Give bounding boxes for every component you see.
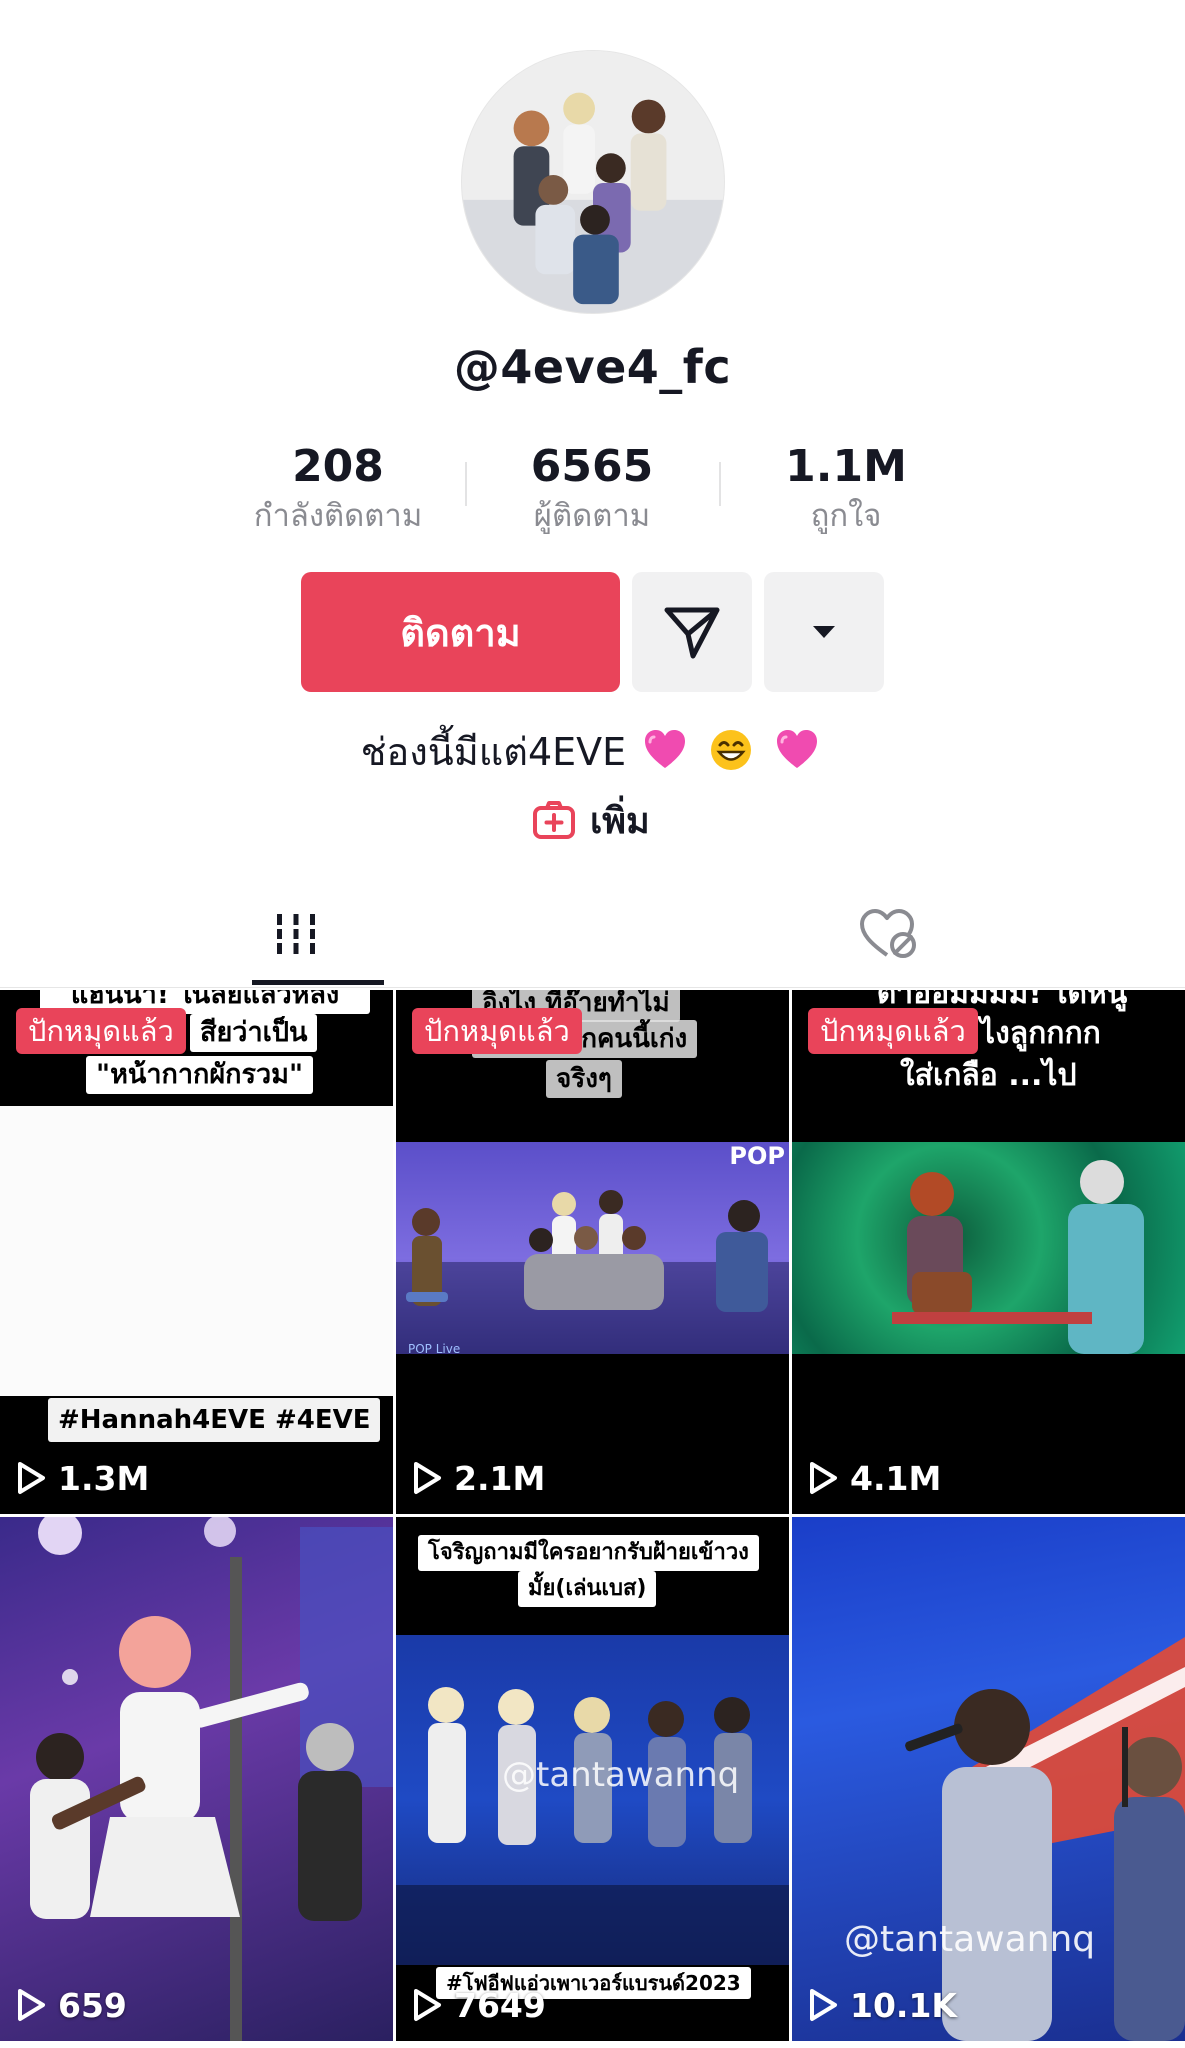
view-count: 2.1M xyxy=(412,1456,545,1500)
heart-emoji-icon xyxy=(645,730,686,768)
video-thumbnail: POP POP Live อิงไง ที่อ๊ายทำไม่ ได้ งง เ… xyxy=(396,990,789,1514)
follow-button[interactable]: ติดตาม xyxy=(301,572,620,692)
view-count: 1.3M xyxy=(16,1456,149,1500)
profile-username: @4eve4_fc xyxy=(453,340,732,394)
stat-following[interactable]: 208 กำลังติดตาม xyxy=(218,440,458,536)
pinned-badge: ปักหมุดแล้ว xyxy=(16,1008,186,1054)
active-tab-indicator xyxy=(252,980,384,985)
video-thumbnail: @tantawannq xyxy=(792,1517,1185,2041)
profile-bio: ช่องนี้มีแต่4EVE xyxy=(0,724,1185,780)
stat-likes-count: 1.1M xyxy=(785,441,907,492)
video-tile[interactable]: แฮนนา! ในลัยแล้วหลัง สียว่าเป็น "หน้ากาก… xyxy=(0,990,393,1514)
video-thumbnail xyxy=(0,1517,393,2041)
stat-divider xyxy=(719,462,721,506)
video-caption: @tantawannq xyxy=(502,1755,740,1795)
video-thumbnail: ตาอ๋อมมมม! ได้หนู ไงลูกกกก ใส่เกลือ ...ไ… xyxy=(792,990,1185,1514)
view-count-value: 1.3M xyxy=(58,1458,150,1498)
stat-likes[interactable]: 1.1M ถูกใจ xyxy=(726,440,966,536)
video-caption: ใส่เกลือ ...ไป xyxy=(900,1058,1077,1093)
more-options-button[interactable] xyxy=(764,572,884,692)
pinned-badge: ปักหมุดแล้ว xyxy=(412,1008,582,1054)
play-icon xyxy=(414,1462,441,1494)
video-caption: โจริญถามมีใครอยากรับฝ้ายเข้าวง xyxy=(418,1535,759,1571)
add-link-label: เพิ่ม xyxy=(590,800,650,842)
tab-videos[interactable] xyxy=(0,880,592,988)
stat-followers-count: 6565 xyxy=(530,441,654,492)
play-icon xyxy=(810,1462,837,1494)
play-icon xyxy=(810,1989,837,2021)
video-caption: ไงลูกกกก xyxy=(980,1016,1101,1051)
video-tile[interactable]: โจริญถามมีใครอยากรับฝ้ายเข้าวง มั้ย(เล่น… xyxy=(396,1517,789,2041)
tab-liked[interactable] xyxy=(592,880,1184,988)
video-caption: POP Live xyxy=(408,1342,461,1356)
caret-down-icon xyxy=(813,626,835,638)
play-icon xyxy=(18,1989,45,2021)
stat-following-count: 208 xyxy=(292,441,384,492)
avatar-group-photo xyxy=(462,51,724,313)
add-link-button[interactable]: เพิ่ม xyxy=(532,795,650,845)
view-count-value: 659 xyxy=(58,1985,127,2025)
send-icon xyxy=(664,607,720,659)
pinned-badge: ปักหมุดแล้ว xyxy=(808,1008,978,1054)
stat-likes-label: ถูกใจ xyxy=(810,498,882,534)
video-tile[interactable]: ตาอ๋อมมมม! ได้หนู ไงลูกกกก ใส่เกลือ ...ไ… xyxy=(792,990,1185,1514)
view-count-value: 2.1M xyxy=(454,1458,546,1498)
view-count-value: 7649 xyxy=(454,1985,546,2025)
profile-stats: 208 กำลังติดตาม 6565 ผู้ติดตาม 1.1M ถูกใ… xyxy=(0,440,1185,540)
play-icon xyxy=(18,1462,45,1494)
stat-followers[interactable]: 6565 ผู้ติดตาม xyxy=(472,440,712,536)
video-caption: #Hannah4EVE #4EVE xyxy=(48,1398,381,1442)
video-caption: @tantawannq xyxy=(844,1919,1096,1960)
view-count: 7649 xyxy=(412,1983,546,2027)
liked-hidden-icon xyxy=(860,909,916,958)
video-caption: "หน้ากากผักรวม" xyxy=(86,1056,314,1094)
video-caption: สียว่าเป็น xyxy=(190,1014,318,1052)
view-count-value: 10.1K xyxy=(850,1985,957,2025)
view-count: 659 xyxy=(16,1983,127,2027)
video-tile[interactable]: @tantawannq 10.1K xyxy=(792,1517,1185,2041)
stat-followers-label: ผู้ติดตาม xyxy=(533,498,651,534)
message-button[interactable] xyxy=(632,572,752,692)
profile-tabs xyxy=(0,880,1185,988)
video-caption: POP xyxy=(729,1142,785,1170)
stat-divider xyxy=(465,462,467,506)
grid-icon xyxy=(273,914,319,954)
grin-emoji-icon xyxy=(711,730,752,770)
bio-text: ช่องนี้มีแต่4EVE xyxy=(360,730,627,774)
heart-emoji-icon xyxy=(777,730,818,768)
video-thumbnail: โจริญถามมีใครอยากรับฝ้ายเข้าวง มั้ย(เล่น… xyxy=(396,1517,789,2041)
video-thumbnail: แฮนนา! ในลัยแล้วหลัง สียว่าเป็น "หน้ากาก… xyxy=(0,990,393,1514)
video-tile[interactable]: 659 xyxy=(0,1517,393,2041)
video-caption: มั้ย(เล่นเบส) xyxy=(518,1571,657,1607)
video-caption: จริงๆ xyxy=(546,1060,622,1098)
video-tile[interactable]: POP POP Live อิงไง ที่อ๊ายทำไม่ ได้ งง เ… xyxy=(396,990,789,1514)
view-count-value: 4.1M xyxy=(850,1458,942,1498)
profile-avatar[interactable] xyxy=(461,50,725,314)
play-icon xyxy=(414,1989,441,2021)
stat-following-label: กำลังติดตาม xyxy=(253,498,423,534)
view-count: 10.1K xyxy=(808,1983,957,2027)
add-video-icon xyxy=(533,801,575,839)
view-count: 4.1M xyxy=(808,1456,941,1500)
